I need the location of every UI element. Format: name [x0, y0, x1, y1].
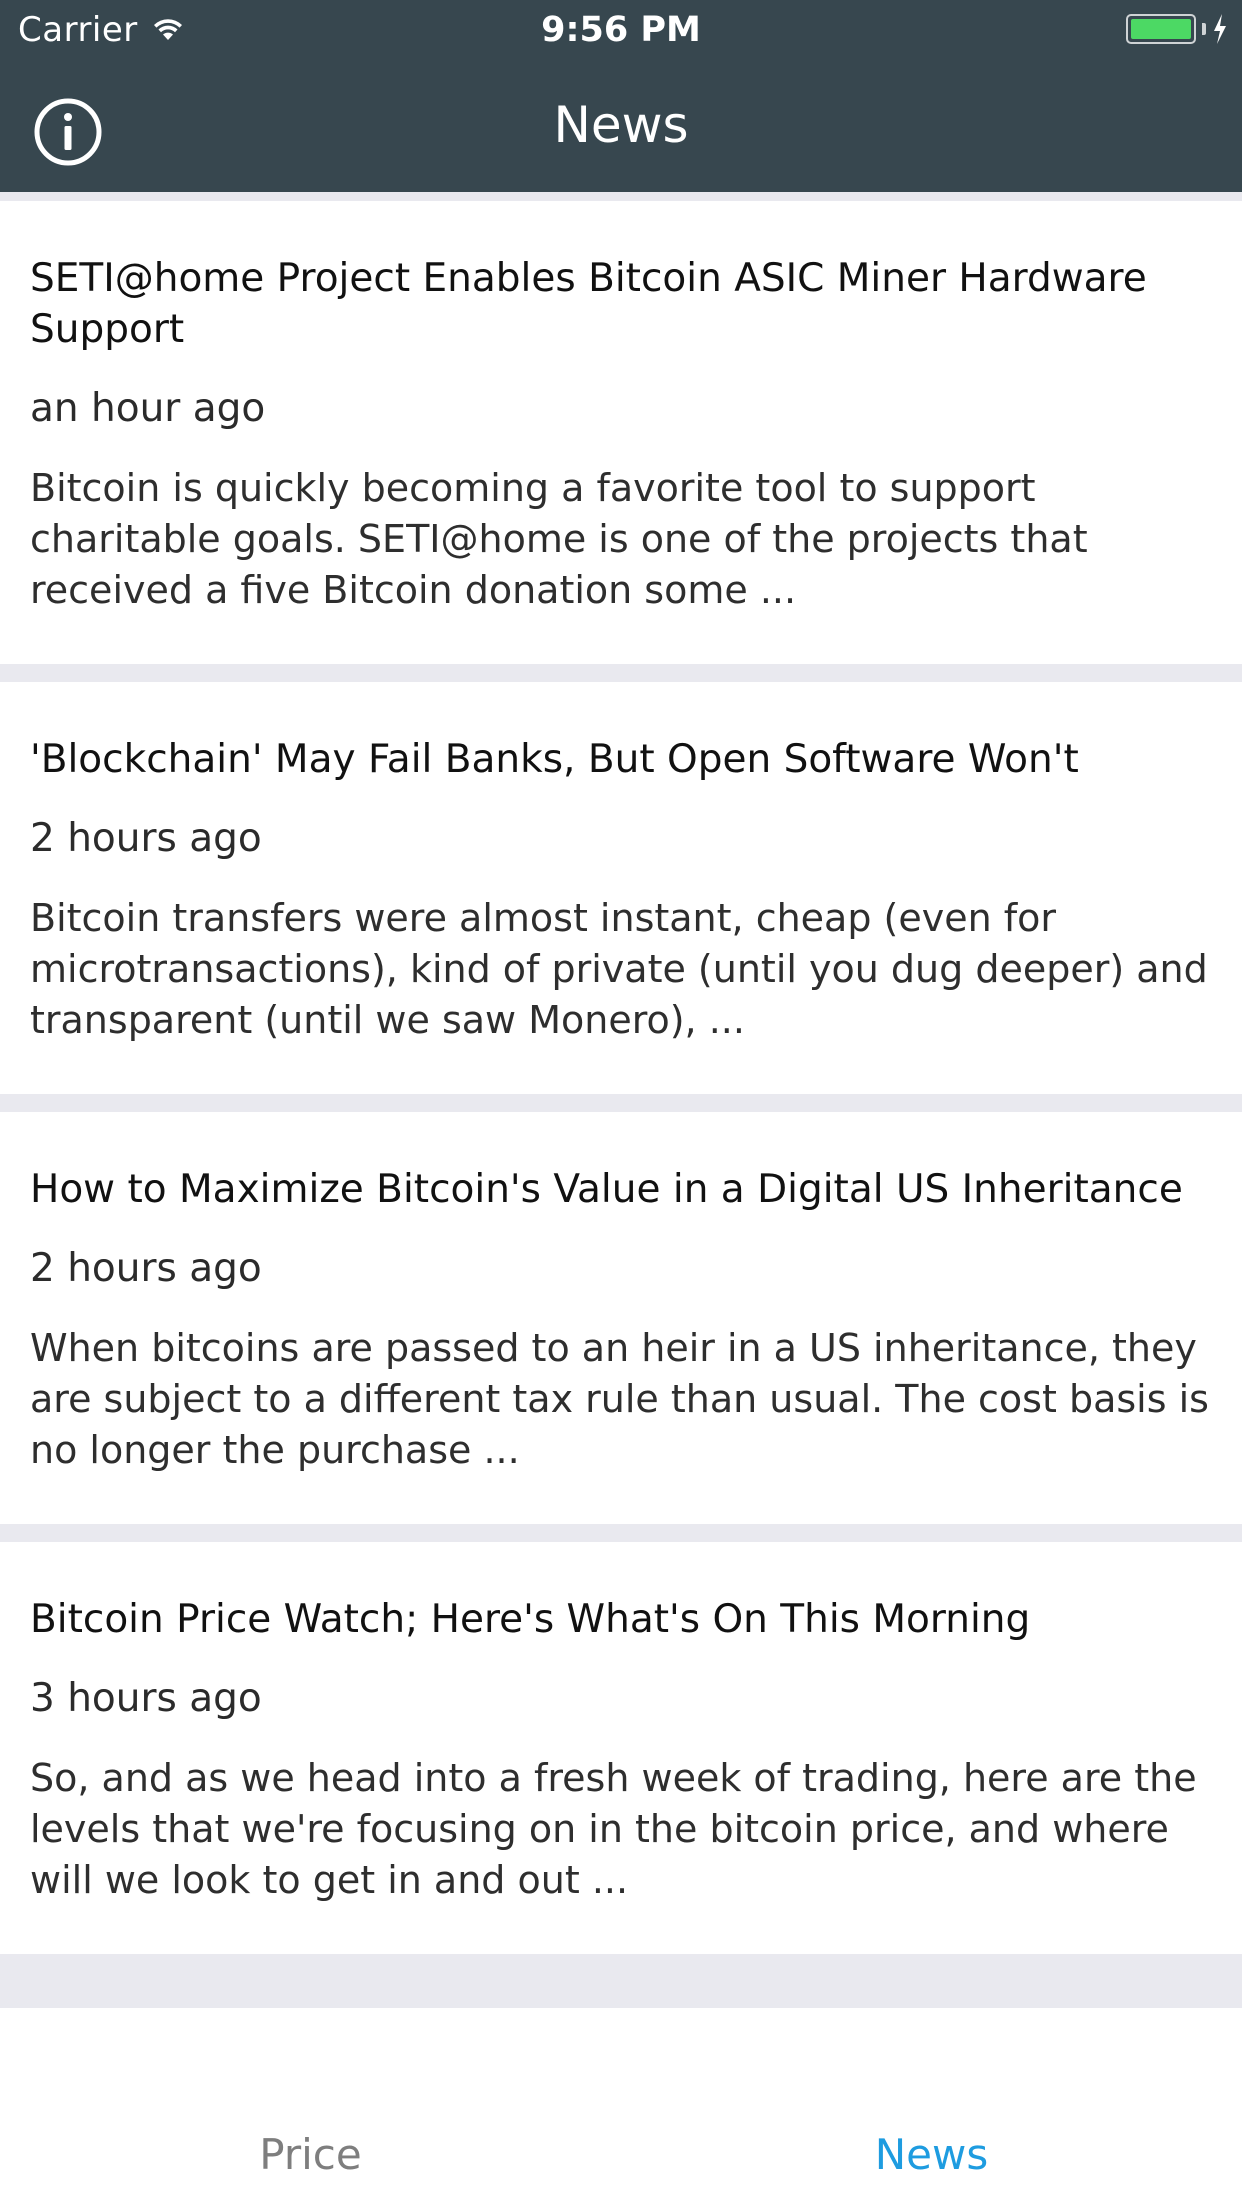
status-bar: Carrier 9:56 PM	[0, 0, 1242, 60]
tab-news[interactable]: News	[621, 2008, 1242, 2208]
news-card-summary: So, and as we head into a fresh week of …	[30, 1756, 1197, 1902]
tab-price-label: Price	[259, 2130, 362, 2179]
battery-tip	[1202, 23, 1206, 35]
news-card-summary: When bitcoins are passed to an heir in a…	[30, 1326, 1209, 1472]
top-bar: Carrier 9:56 PM News	[0, 0, 1242, 192]
navigation-bar: News	[0, 60, 1242, 192]
charging-bolt-icon	[1214, 14, 1226, 44]
news-card-title: How to Maximize Bitcoin's Value in a Dig…	[30, 1167, 1183, 1212]
news-card-title: 'Blockchain' May Fail Banks, But Open So…	[30, 737, 1079, 782]
news-card-title: SETI@home Project Enables Bitcoin ASIC M…	[30, 256, 1147, 352]
status-time: 9:56 PM	[541, 10, 701, 50]
news-card-summary: Bitcoin is quickly becoming a favorite t…	[30, 466, 1088, 612]
news-card-summary: Bitcoin transfers were almost instant, c…	[30, 896, 1208, 1042]
news-card-time: 2 hours ago	[30, 1246, 262, 1291]
news-card-time: 2 hours ago	[30, 816, 262, 861]
tab-price[interactable]: Price	[0, 2008, 621, 2208]
page-title: News	[553, 96, 689, 154]
tab-bar: Price News	[0, 2008, 1242, 2208]
news-card-time: an hour ago	[30, 386, 266, 431]
news-card-time: 3 hours ago	[30, 1676, 262, 1721]
news-feed[interactable]: SETI@home Project Enables Bitcoin ASIC M…	[0, 201, 1242, 2006]
news-card[interactable]: How to Maximize Bitcoin's Value in a Dig…	[0, 1112, 1242, 1524]
tab-news-label: News	[874, 2130, 989, 2179]
battery-indicator	[1126, 14, 1228, 44]
news-card[interactable]: Bitcoin Price Watch; Here's What's On Th…	[0, 1542, 1242, 1954]
battery-level-fill	[1131, 19, 1191, 39]
battery-icon	[1126, 14, 1196, 44]
news-card[interactable]: 'Blockchain' May Fail Banks, But Open So…	[0, 682, 1242, 1094]
news-card[interactable]: SETI@home Project Enables Bitcoin ASIC M…	[0, 201, 1242, 664]
news-card-title: Bitcoin Price Watch; Here's What's On Th…	[30, 1597, 1031, 1642]
